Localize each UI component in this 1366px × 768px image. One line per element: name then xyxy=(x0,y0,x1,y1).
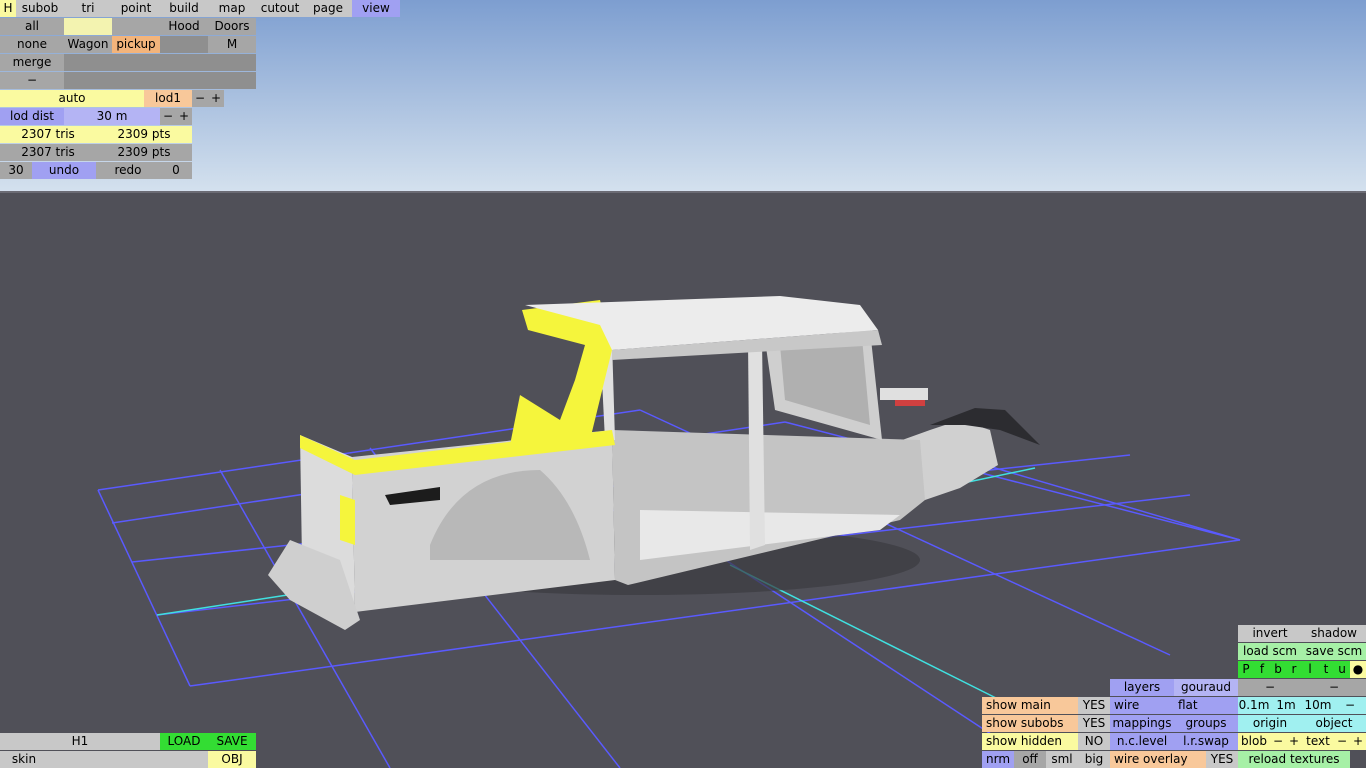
snap-minus-button[interactable]: − xyxy=(1334,697,1366,714)
subob-slot-empty[interactable] xyxy=(160,36,208,53)
shadow-button[interactable]: shadow xyxy=(1302,625,1366,642)
show-hidden-label[interactable]: show hidden xyxy=(982,733,1078,750)
select-all-button[interactable]: all xyxy=(0,18,64,35)
redo-count: 0 xyxy=(160,162,192,179)
subob-wagon[interactable]: Wagon xyxy=(64,36,112,53)
option-dash-button[interactable]: − xyxy=(1302,679,1366,696)
point-count: 2309 pts xyxy=(96,126,192,143)
undo-button[interactable]: undo xyxy=(32,162,96,179)
load-scm-button[interactable]: load scm xyxy=(1238,643,1302,660)
tri-count-total: 2307 tris xyxy=(0,144,96,161)
redo-button[interactable]: redo xyxy=(96,162,160,179)
option-dash-button[interactable]: − xyxy=(1238,679,1302,696)
snap-10m-button[interactable]: 10m xyxy=(1302,697,1334,714)
view-p-toggle[interactable]: P xyxy=(1238,661,1254,678)
view-r-toggle[interactable]: r xyxy=(1286,661,1302,678)
subob-doors[interactable]: Doors xyxy=(208,18,256,35)
remove-subob-button[interactable]: − xyxy=(0,72,64,89)
reload-textures-button[interactable]: reload textures xyxy=(1238,751,1350,768)
3d-viewport[interactable] xyxy=(0,0,1366,768)
view-f-toggle[interactable]: f xyxy=(1254,661,1270,678)
subob-slot-empty[interactable] xyxy=(112,18,160,35)
show-hidden-value[interactable]: NO xyxy=(1078,733,1110,750)
normal-off-button[interactable]: off xyxy=(1014,751,1046,768)
text-label: text xyxy=(1302,733,1334,750)
subob-slot-empty[interactable] xyxy=(64,72,112,89)
view-t-toggle[interactable]: t xyxy=(1318,661,1334,678)
select-none-button[interactable]: none xyxy=(0,36,64,53)
tab-build[interactable]: build xyxy=(160,0,208,17)
wire-button[interactable]: wire xyxy=(1110,697,1174,714)
save-button[interactable]: SAVE xyxy=(208,733,256,750)
load-button[interactable]: LOAD xyxy=(160,733,208,750)
wire-overlay-label[interactable]: wire overlay xyxy=(1110,751,1206,768)
point-count-total: 2309 pts xyxy=(96,144,192,161)
subob-slot-empty[interactable] xyxy=(64,18,112,35)
normal-nrm-button[interactable]: nrm xyxy=(982,751,1014,768)
subob-m[interactable]: M xyxy=(208,36,256,53)
show-main-label[interactable]: show main xyxy=(982,697,1078,714)
lod-level[interactable]: lod1 xyxy=(144,90,192,107)
view-u-toggle[interactable]: u xyxy=(1334,661,1350,678)
save-scm-button[interactable]: save scm xyxy=(1302,643,1366,660)
text-plus-button[interactable]: + xyxy=(1350,733,1366,750)
subob-slot-empty[interactable] xyxy=(208,54,256,71)
subob-slot-empty[interactable] xyxy=(112,54,160,71)
view-dot-toggle[interactable]: ● xyxy=(1350,661,1366,678)
tab-view[interactable]: view xyxy=(352,0,400,17)
object-button[interactable]: object xyxy=(1302,715,1366,732)
tab-page[interactable]: page xyxy=(304,0,352,17)
mappings-button[interactable]: mappings xyxy=(1110,715,1174,732)
blob-label: blob xyxy=(1238,733,1270,750)
subob-slot-empty[interactable] xyxy=(208,72,256,89)
lod-plus-button[interactable]: + xyxy=(208,90,224,107)
view-l-toggle[interactable]: l xyxy=(1302,661,1318,678)
lod-dist-minus-button[interactable]: − xyxy=(160,108,176,125)
tab-subob[interactable]: subob xyxy=(16,0,64,17)
lod-dist-label: lod dist xyxy=(0,108,64,125)
text-minus-button[interactable]: − xyxy=(1334,733,1350,750)
undo-count: 30 xyxy=(0,162,32,179)
lr-swap-button[interactable]: l.r.swap xyxy=(1174,733,1238,750)
layers-button[interactable]: layers xyxy=(1110,679,1174,696)
subob-hood[interactable]: Hood xyxy=(160,18,208,35)
flat-button[interactable]: flat xyxy=(1174,697,1238,714)
tab-tri[interactable]: tri xyxy=(64,0,112,17)
normal-sml-button[interactable]: sml xyxy=(1046,751,1078,768)
snap-1m-button[interactable]: 1m xyxy=(1270,697,1302,714)
show-main-value[interactable]: YES xyxy=(1078,697,1110,714)
normal-big-button[interactable]: big xyxy=(1078,751,1110,768)
gouraud-button[interactable]: gouraud xyxy=(1174,679,1238,696)
blob-plus-button[interactable]: + xyxy=(1286,733,1302,750)
view-b-toggle[interactable]: b xyxy=(1270,661,1286,678)
lod-dist-plus-button[interactable]: + xyxy=(176,108,192,125)
mode-indicator[interactable]: H xyxy=(0,0,16,17)
subob-slot-empty[interactable] xyxy=(112,72,160,89)
nc-level-button[interactable]: n.c.level xyxy=(1110,733,1174,750)
subob-slot-empty[interactable] xyxy=(160,54,208,71)
obj-export-button[interactable]: OBJ xyxy=(208,751,256,768)
skin-field[interactable] xyxy=(48,751,208,768)
subob-pickup[interactable]: pickup xyxy=(112,36,160,53)
invert-button[interactable]: invert xyxy=(1238,625,1302,642)
groups-button[interactable]: groups xyxy=(1174,715,1238,732)
tab-point[interactable]: point xyxy=(112,0,160,17)
tab-cutout[interactable]: cutout xyxy=(256,0,304,17)
subob-slot-empty[interactable] xyxy=(64,54,112,71)
subob-slot-empty[interactable] xyxy=(160,72,208,89)
tri-count: 2307 tris xyxy=(0,126,96,143)
lod-minus-button[interactable]: − xyxy=(192,90,208,107)
show-subobs-value[interactable]: YES xyxy=(1078,715,1110,732)
wire-overlay-value[interactable]: YES xyxy=(1206,751,1238,768)
merge-button[interactable]: merge xyxy=(0,54,64,71)
skin-label: skin xyxy=(0,751,48,768)
blob-minus-button[interactable]: − xyxy=(1270,733,1286,750)
snap-0.1m-button[interactable]: 0.1m xyxy=(1238,697,1270,714)
lod-auto-button[interactable]: auto xyxy=(0,90,144,107)
lod-dist-value[interactable]: 30 m xyxy=(64,108,160,125)
show-subobs-label[interactable]: show subobs xyxy=(982,715,1078,732)
origin-button[interactable]: origin xyxy=(1238,715,1302,732)
tab-map[interactable]: map xyxy=(208,0,256,17)
filename-field[interactable]: H1 xyxy=(0,733,160,750)
